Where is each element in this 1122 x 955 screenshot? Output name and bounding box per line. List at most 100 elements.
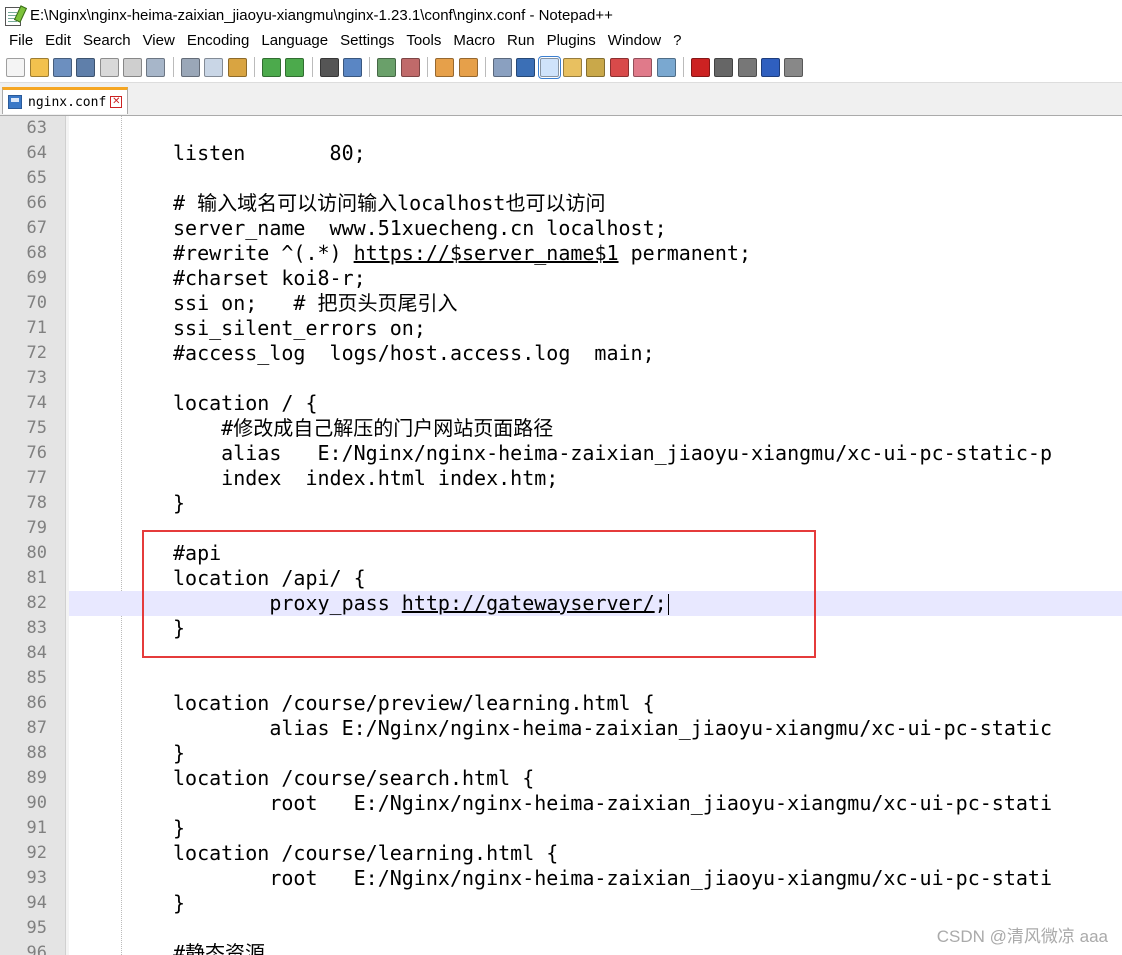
code-text[interactable]: alias E:/Nginx/nginx-heima-zaixian_jiaoy… bbox=[69, 716, 1122, 741]
menu-encoding[interactable]: Encoding bbox=[181, 30, 256, 52]
code-text[interactable] bbox=[69, 166, 1122, 191]
code-line[interactable]: 94} bbox=[0, 891, 1122, 916]
code-line[interactable]: 92 location /course/learning.html { bbox=[0, 841, 1122, 866]
code-line[interactable]: 72 #access_log logs/host.access.log main; bbox=[0, 341, 1122, 366]
save-macro-icon[interactable] bbox=[784, 57, 804, 77]
code-text[interactable]: location / { bbox=[69, 391, 1122, 416]
open-icon[interactable] bbox=[29, 57, 49, 77]
code-text[interactable]: ssi on; # 把页头页尾引入 bbox=[69, 291, 1122, 316]
sync-vertical-icon[interactable] bbox=[435, 57, 455, 77]
code-line[interactable]: 89 location /course/search.html { bbox=[0, 766, 1122, 791]
code-text[interactable]: listen 80; bbox=[69, 141, 1122, 166]
code-line[interactable]: 90 root E:/Nginx/nginx-heima-zaixian_jia… bbox=[0, 791, 1122, 816]
code-text[interactable]: #charset koi8-r; bbox=[69, 266, 1122, 291]
code-line[interactable]: 67 server_name www.51xuecheng.cn localhos… bbox=[0, 216, 1122, 241]
menu-file[interactable]: File bbox=[3, 30, 39, 52]
cut-icon[interactable] bbox=[180, 57, 200, 77]
code-line[interactable]: 88} bbox=[0, 741, 1122, 766]
stop-macro-icon[interactable] bbox=[714, 57, 734, 77]
code-line[interactable]: 87 alias E:/Nginx/nginx-heima-zaixian_ji… bbox=[0, 716, 1122, 741]
play-macro-icon[interactable] bbox=[737, 57, 757, 77]
zoom-out-icon[interactable] bbox=[400, 57, 420, 77]
redo-icon[interactable] bbox=[285, 57, 305, 77]
word-wrap-icon[interactable] bbox=[492, 57, 512, 77]
close-icon[interactable] bbox=[99, 57, 119, 77]
code-text[interactable] bbox=[69, 366, 1122, 391]
folder-workspace-icon[interactable] bbox=[609, 57, 629, 77]
code-line[interactable]: 91} bbox=[0, 816, 1122, 841]
code-text[interactable]: root E:/Nginx/nginx-heima-zaixian_jiaoyu… bbox=[69, 866, 1122, 891]
code-text[interactable]: location /course/search.html { bbox=[69, 766, 1122, 791]
code-line[interactable]: 76 alias E:/Nginx/nginx-heima-zaixian_ji… bbox=[0, 441, 1122, 466]
zoom-in-icon[interactable] bbox=[377, 57, 397, 77]
menu-plugins[interactable]: Plugins bbox=[541, 30, 602, 52]
code-text[interactable]: #rewrite ^(.*) https://$server_name$1 pe… bbox=[69, 241, 1122, 266]
replace-icon[interactable] bbox=[343, 57, 363, 77]
new-icon[interactable] bbox=[6, 57, 26, 77]
code-text[interactable]: location /course/learning.html { bbox=[69, 841, 1122, 866]
save-icon[interactable] bbox=[52, 57, 72, 77]
code-text[interactable]: } bbox=[69, 891, 1122, 916]
menu-language[interactable]: Language bbox=[255, 30, 334, 52]
code-line[interactable]: 71 ssi_silent_errors on; bbox=[0, 316, 1122, 341]
sync-horizontal-icon[interactable] bbox=[458, 57, 478, 77]
code-text[interactable]: # 输入域名可以访问输入localhost也可以访问 bbox=[69, 191, 1122, 216]
code-line[interactable]: 68 #rewrite ^(.*) https://$server_name$1 … bbox=[0, 241, 1122, 266]
save-all-icon[interactable] bbox=[76, 57, 96, 77]
code-line[interactable]: 78} bbox=[0, 491, 1122, 516]
code-url-link[interactable]: https://$server_name$1 bbox=[354, 241, 619, 265]
code-line[interactable]: 70 ssi on; # 把页头页尾引入 bbox=[0, 291, 1122, 316]
code-text[interactable]: #修改成自己解压的门户网站页面路径 bbox=[69, 416, 1122, 441]
doc-map-icon[interactable] bbox=[563, 57, 583, 77]
monitor-icon[interactable] bbox=[656, 57, 676, 77]
copy-icon[interactable] bbox=[204, 57, 224, 77]
record-macro-icon[interactable] bbox=[690, 57, 710, 77]
print-icon[interactable] bbox=[146, 57, 166, 77]
code-text[interactable]: index index.html index.htm; bbox=[69, 466, 1122, 491]
code-text[interactable]: } bbox=[69, 816, 1122, 841]
line-number: 71 bbox=[26, 318, 47, 338]
code-line[interactable]: 63 bbox=[0, 116, 1122, 141]
code-text[interactable]: location /course/preview/learning.html { bbox=[69, 691, 1122, 716]
find-icon[interactable] bbox=[319, 57, 339, 77]
code-line[interactable]: 65 bbox=[0, 166, 1122, 191]
run-macro-multiple-icon[interactable] bbox=[761, 57, 781, 77]
code-line[interactable]: 75 #修改成自己解压的门户网站页面路径 bbox=[0, 416, 1122, 441]
function-list-icon[interactable] bbox=[586, 57, 606, 77]
code-text[interactable]: ssi_silent_errors on; bbox=[69, 316, 1122, 341]
menu-macro[interactable]: Macro bbox=[447, 30, 501, 52]
close-all-icon[interactable] bbox=[123, 57, 143, 77]
code-text[interactable]: server_name www.51xuecheng.cn localhost; bbox=[69, 216, 1122, 241]
code-text[interactable]: } bbox=[69, 491, 1122, 516]
menu-run[interactable]: Run bbox=[501, 30, 541, 52]
code-text[interactable] bbox=[69, 116, 1122, 141]
paste-icon[interactable] bbox=[227, 57, 247, 77]
menu-edit[interactable]: Edit bbox=[39, 30, 77, 52]
menu-tools[interactable]: Tools bbox=[400, 30, 447, 52]
show-all-chars-icon[interactable] bbox=[516, 57, 536, 77]
code-line[interactable]: 73 bbox=[0, 366, 1122, 391]
code-text[interactable] bbox=[69, 666, 1122, 691]
code-text[interactable]: alias E:/Nginx/nginx-heima-zaixian_jiaoy… bbox=[69, 441, 1122, 466]
code-text[interactable]: } bbox=[69, 741, 1122, 766]
menu-view[interactable]: View bbox=[137, 30, 181, 52]
code-text[interactable]: #access_log logs/host.access.log main; bbox=[69, 341, 1122, 366]
code-line[interactable]: 74 location / { bbox=[0, 391, 1122, 416]
indent-guide-icon[interactable] bbox=[537, 55, 561, 79]
code-line[interactable]: 77 index index.html index.htm; bbox=[0, 466, 1122, 491]
code-line[interactable]: 69 #charset koi8-r; bbox=[0, 266, 1122, 291]
code-line[interactable]: 64 listen 80; bbox=[0, 141, 1122, 166]
code-line[interactable]: 85 bbox=[0, 666, 1122, 691]
tab-close-icon[interactable]: ✕ bbox=[110, 96, 123, 108]
doc-list-icon[interactable] bbox=[633, 57, 653, 77]
code-line[interactable]: 86 location /course/preview/learning.html… bbox=[0, 691, 1122, 716]
code-line[interactable]: 93 root E:/Nginx/nginx-heima-zaixian_jia… bbox=[0, 866, 1122, 891]
tab-nginx-conf[interactable]: nginx.conf ✕ bbox=[2, 87, 128, 114]
menu-window[interactable]: Window bbox=[602, 30, 667, 52]
undo-icon[interactable] bbox=[261, 57, 281, 77]
menu-search[interactable]: Search bbox=[77, 30, 137, 52]
code-text[interactable]: root E:/Nginx/nginx-heima-zaixian_jiaoyu… bbox=[69, 791, 1122, 816]
menu-help[interactable]: ? bbox=[667, 30, 687, 52]
menu-settings[interactable]: Settings bbox=[334, 30, 400, 52]
code-line[interactable]: 66 # 输入域名可以访问输入localhost也可以访问 bbox=[0, 191, 1122, 216]
